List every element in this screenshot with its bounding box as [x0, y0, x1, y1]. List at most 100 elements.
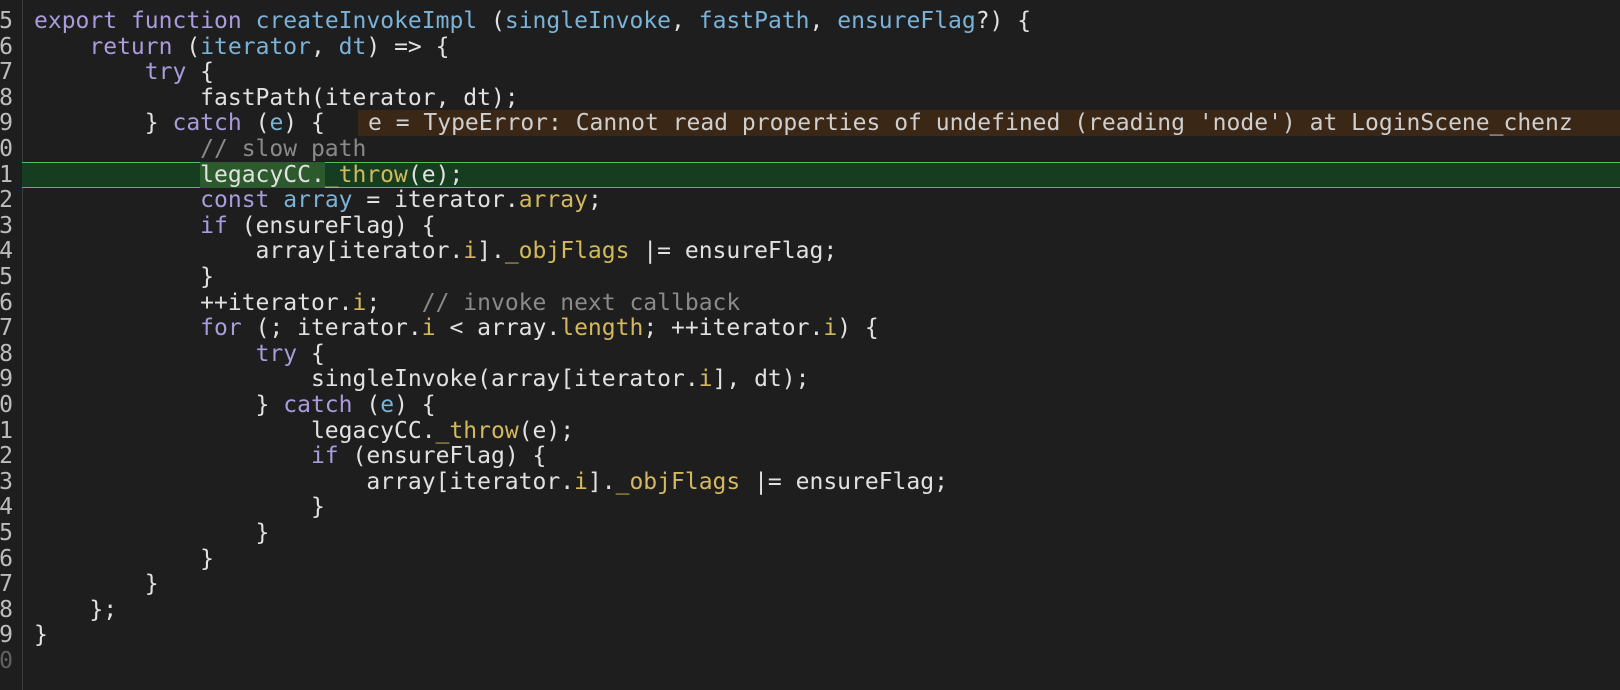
code-line-text: } [34, 494, 325, 520]
code-line-text: fastPath(iterator, dt); [34, 85, 519, 111]
code-token: ) { [837, 315, 879, 342]
code-line[interactable]: } [22, 520, 1620, 546]
code-token: |= ensureFlag; [629, 238, 838, 265]
code-token: _objFlags [615, 468, 741, 495]
code-token: try [255, 340, 298, 367]
code-line[interactable] [22, 648, 1620, 674]
code-line[interactable]: array[iterator.i]._objFlags |= ensureFla… [22, 469, 1620, 495]
inline-debug-value[interactable]: e = TypeError: Cannot read properties of… [358, 110, 1620, 137]
code-line[interactable]: return (iterator, dt) => { [22, 34, 1620, 60]
code-token: function [130, 8, 242, 34]
code-token: i [574, 468, 588, 495]
code-token: i [698, 366, 713, 393]
code-token: } [34, 520, 270, 546]
code-token: array[iterator. [34, 468, 575, 495]
code-token: // invoke next callback [421, 289, 741, 316]
code-line[interactable]: } [22, 264, 1620, 290]
code-area[interactable]: export function createInvokeImpl (single… [0, 0, 1620, 690]
current-execution-line[interactable]: legacyCC._throw(e); [22, 161, 1620, 188]
code-line[interactable]: try { [22, 341, 1620, 367]
code-line[interactable]: if (ensureFlag) { [22, 443, 1620, 469]
code-line[interactable]: }; [22, 597, 1620, 623]
code-token: ]. [587, 468, 616, 495]
code-token: catch [283, 392, 353, 418]
code-line-text: } catch (e) { [34, 392, 436, 418]
code-token: i [421, 315, 436, 342]
code-token: ) => { [366, 33, 450, 60]
code-token: ++iterator. [34, 289, 353, 316]
code-line-text: const array = iterator.array; [34, 187, 602, 213]
code-token: = iterator. [352, 187, 519, 214]
code-token: const [200, 187, 270, 214]
code-token: ; [366, 289, 422, 316]
code-line[interactable]: } catch (e) { e = TypeError: Cannot read … [22, 110, 1620, 137]
code-line[interactable]: try { [22, 59, 1620, 85]
code-line[interactable]: } [22, 494, 1620, 520]
code-line-text: legacyCC._throw(e); [34, 161, 464, 188]
code-line[interactable]: // slow path [22, 136, 1620, 162]
code-line[interactable]: export function createInvokeImpl (single… [22, 8, 1620, 34]
code-token: } [34, 622, 48, 649]
code-line-text: array[iterator.i]._objFlags |= ensureFla… [34, 238, 838, 265]
code-line[interactable]: array[iterator.i]._objFlags |= ensureFla… [22, 238, 1620, 264]
code-line[interactable]: } [22, 571, 1620, 597]
code-line-text: try { [34, 59, 214, 85]
code-line[interactable]: ++iterator.i; // invoke next callback [22, 290, 1620, 316]
code-token: export [34, 8, 118, 34]
code-token: i [352, 289, 367, 316]
code-token: // slow path [34, 136, 367, 162]
code-token: if [310, 443, 339, 470]
code-token: (ensureFlag) { [338, 443, 547, 470]
code-line[interactable]: if (ensureFlag) { [22, 213, 1620, 239]
code-line-text: ++iterator.i; // invoke next callback [34, 290, 740, 316]
code-token: ( [172, 33, 201, 60]
code-line[interactable]: for (; iterator.i < array.length; ++iter… [22, 315, 1620, 341]
code-token: ensureFlag [837, 8, 976, 34]
code-token: ( [477, 8, 505, 34]
code-token: |= ensureFlag; [740, 468, 948, 495]
code-token: iterator [200, 33, 311, 60]
code-token: { [297, 340, 325, 367]
code-token: (e); [518, 417, 575, 444]
code-token: createInvokeImpl [255, 8, 478, 34]
code-token: if [200, 212, 228, 239]
code-line[interactable]: } [22, 622, 1620, 648]
code-editor[interactable]: 56789012345678901234567890 export functi… [0, 0, 1620, 690]
code-token: array [518, 187, 588, 214]
code-token: ( [352, 392, 381, 418]
code-token: ) { [394, 392, 436, 418]
code-token: , [310, 33, 339, 60]
code-token: legacyCC. [34, 417, 436, 444]
code-line-text: } catch (e) { [34, 110, 325, 136]
code-token: dt [338, 33, 367, 60]
code-token: } [34, 392, 284, 418]
code-token: , [809, 8, 838, 34]
code-token: array [283, 187, 353, 214]
code-line-text: } [34, 264, 214, 290]
code-token: { [186, 59, 215, 86]
code-token: catch [172, 110, 242, 137]
code-token: , [671, 8, 699, 34]
code-token: (e); [407, 161, 464, 188]
code-line-text: // slow path [34, 136, 366, 162]
code-line[interactable]: } [22, 546, 1620, 572]
code-line[interactable]: singleInvoke(array[iterator.i], dt); [22, 366, 1620, 392]
code-token: legacyCC. [200, 161, 325, 188]
code-line-text: try { [34, 341, 325, 367]
code-line-text: } [34, 571, 159, 597]
code-token: } [34, 545, 215, 572]
code-token: singleInvoke [504, 8, 672, 34]
code-token: < array. [435, 315, 561, 342]
code-token: i [823, 315, 838, 342]
code-token: fastPath [698, 8, 810, 34]
code-line[interactable]: } catch (e) { [22, 392, 1620, 418]
code-line[interactable]: fastPath(iterator, dt); [22, 85, 1620, 111]
code-line-text: legacyCC._throw(e); [34, 418, 574, 444]
code-line[interactable]: const array = iterator.array; [22, 187, 1620, 213]
code-line[interactable]: legacyCC._throw(e); [22, 418, 1620, 444]
